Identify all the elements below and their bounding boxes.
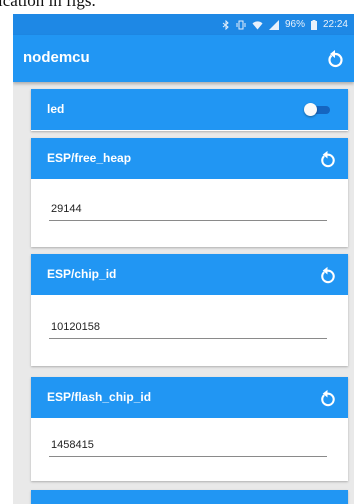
led-toggle[interactable] [304,103,330,116]
topic-card-free-heap: ESP/free_heap 29144 [31,138,348,247]
topic-card-header: ESP/free_heap [31,138,348,179]
refresh-icon[interactable] [324,47,346,69]
refresh-icon[interactable] [317,387,338,408]
topic-label: ESP/chip_id [47,267,117,281]
topic-card-header: ESP/chip_id [31,254,348,295]
topic-value-field[interactable]: 1458415 [49,434,327,457]
refresh-icon[interactable] [317,264,338,285]
topic-value-field[interactable]: 29144 [49,198,327,221]
app-bar: nodemcu [13,35,354,82]
status-bar: 96% 22:24 [13,14,354,35]
topic-value: 29144 [51,203,82,215]
bluetooth-icon [222,19,230,30]
topic-value: 10120158 [51,321,100,333]
topic-card-chip-id: ESP/chip_id 10120158 [31,254,348,366]
app-title: nodemcu [23,49,90,66]
battery-percent: 96% [284,19,305,30]
topic-card-partial [31,490,348,504]
led-card: led [31,89,348,131]
figure-caption-fragment: ication in figs. [0,0,357,14]
vibrate-icon [236,20,246,30]
led-label: led [47,102,65,116]
topic-card-header [31,490,348,504]
refresh-icon[interactable] [317,148,338,169]
topic-card-header: ESP/flash_chip_id [31,377,348,418]
led-card-header: led [31,89,348,130]
topic-label: ESP/free_heap [47,151,132,165]
battery-icon [310,19,317,30]
wifi-icon [252,20,263,30]
signal-icon [268,19,279,30]
clock: 22:24 [322,19,348,30]
caption-text: ication in figs. [0,0,96,10]
topic-label: ESP/flash_chip_id [47,390,152,404]
phone-screen: 96% 22:24 nodemcu led ESP/free_heap 2914… [13,14,354,504]
topic-card-flash-chip-id: ESP/flash_chip_id 1458415 [31,377,348,481]
topic-value: 1458415 [51,439,94,451]
toggle-knob [304,103,317,116]
topic-value-field[interactable]: 10120158 [49,316,327,339]
